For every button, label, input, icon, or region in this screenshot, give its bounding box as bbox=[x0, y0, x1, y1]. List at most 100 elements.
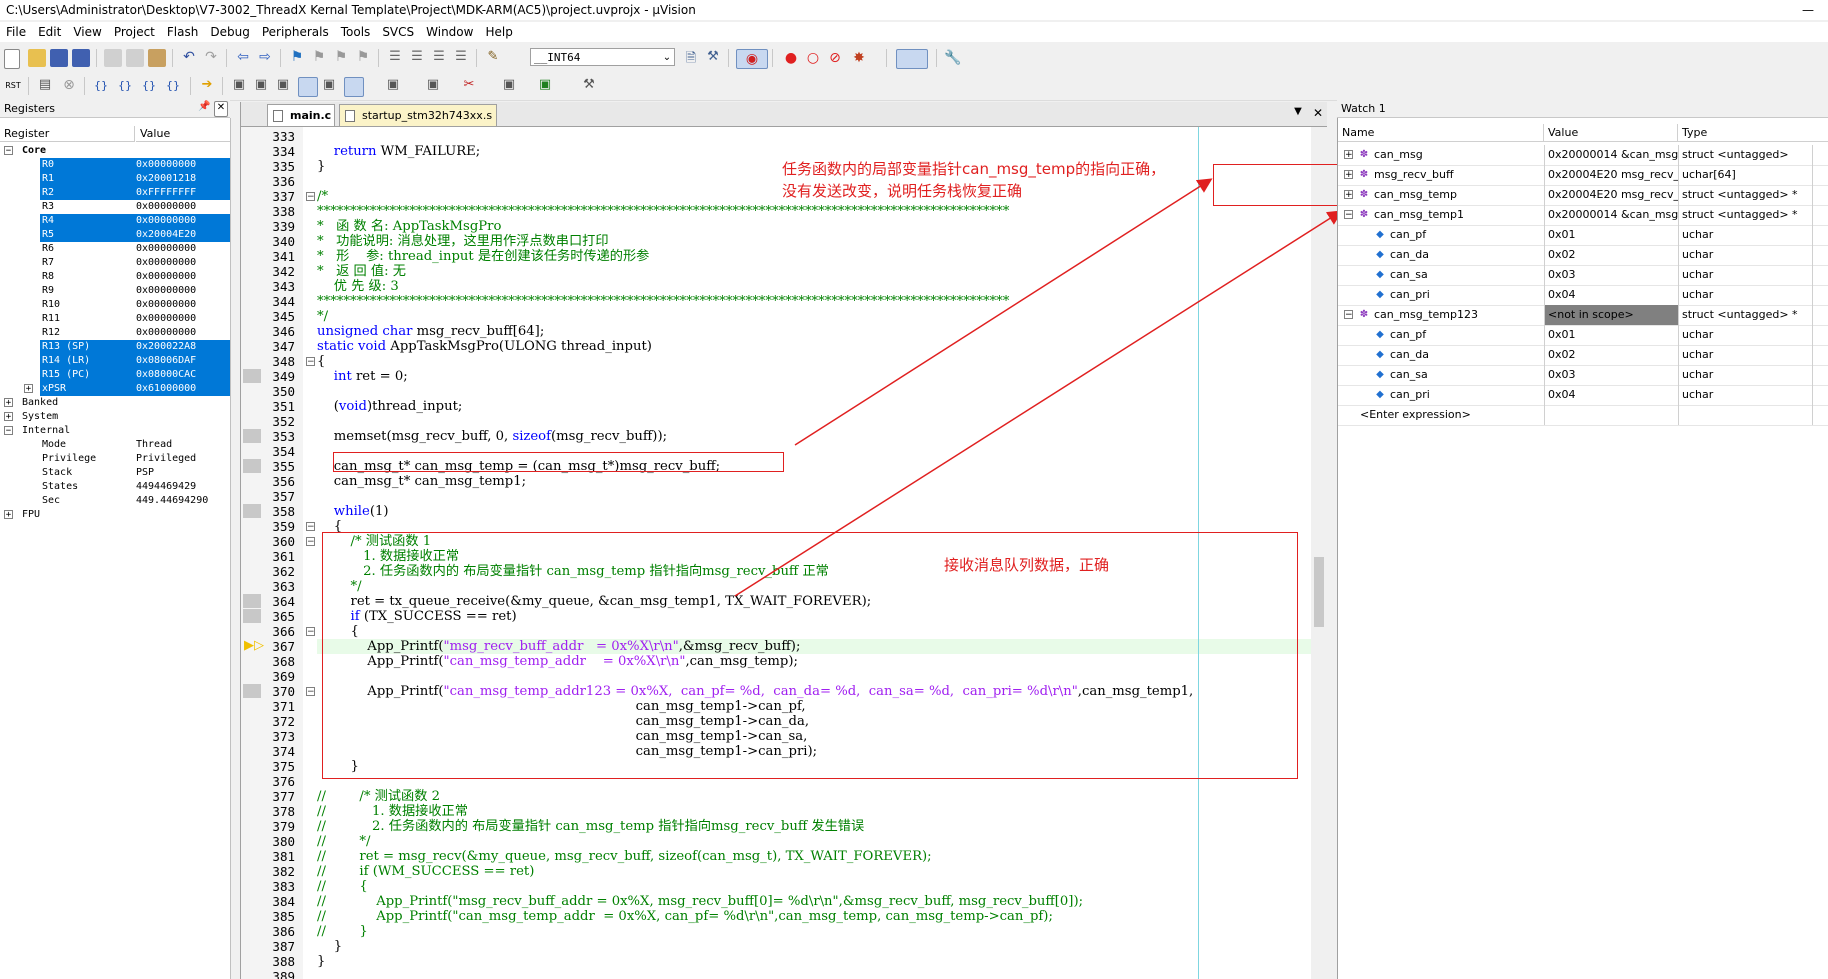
find-icon[interactable]: 🗎 bbox=[682, 49, 700, 67]
command-window-icon[interactable]: ▣ bbox=[230, 77, 248, 95]
stop-icon[interactable]: ⊗ bbox=[60, 77, 78, 95]
menu-edit[interactable]: Edit bbox=[32, 22, 67, 42]
run-icon[interactable]: ▤ bbox=[36, 77, 54, 95]
uncomment-icon[interactable]: ☰ bbox=[452, 49, 470, 67]
menu-debug[interactable]: Debug bbox=[204, 22, 255, 42]
expand-icon[interactable]: + bbox=[1344, 150, 1353, 160]
watch-row[interactable]: − ✽ can_msg_temp1 0x20000014 &can_msg struct… bbox=[1338, 205, 1828, 226]
step-out-icon[interactable]: {} bbox=[140, 77, 158, 95]
watch-row[interactable]: ◆ can_pf 0x01 uchar bbox=[1338, 325, 1828, 346]
editor-scroll-thumb[interactable] bbox=[1314, 557, 1324, 627]
collapse-icon[interactable]: − bbox=[1344, 310, 1353, 320]
watch-value[interactable] bbox=[1544, 405, 1678, 425]
expand-icon[interactable]: + bbox=[1344, 170, 1353, 180]
register-row[interactable]: R5 0x20004E20 bbox=[0, 228, 230, 242]
editor-scrollbar[interactable] bbox=[1311, 127, 1327, 979]
register-row[interactable]: R10 0x00000000 bbox=[0, 298, 230, 312]
register-row[interactable]: + System bbox=[0, 410, 230, 424]
watch-value[interactable]: 0x03 bbox=[1544, 265, 1678, 285]
fold-collapse-icon[interactable]: − bbox=[306, 522, 315, 532]
watch-row[interactable]: + ✽ can_msg_temp 0x20004E20 msg_recv_... str… bbox=[1338, 185, 1828, 206]
reset-icon[interactable]: RST bbox=[4, 77, 22, 95]
registers-window-icon[interactable] bbox=[298, 77, 318, 97]
register-row[interactable]: Privilege Privileged bbox=[0, 452, 230, 466]
watch-value[interactable]: 0x04 bbox=[1544, 385, 1678, 405]
menu-tools[interactable]: Tools bbox=[335, 22, 377, 42]
register-row[interactable]: R1 0x20001218 bbox=[0, 172, 230, 186]
close-icon[interactable]: ✕ bbox=[214, 101, 228, 117]
watch-row[interactable]: + ✽ msg_recv_buff 0x20004E20 msg_recv_... uc… bbox=[1338, 165, 1828, 186]
find-dropdown-icon[interactable]: ⌄ bbox=[660, 50, 674, 66]
window-layout-icon[interactable] bbox=[896, 49, 928, 69]
watch-row[interactable]: ◆ can_sa 0x03 uchar bbox=[1338, 265, 1828, 286]
watch-row[interactable]: ◆ can_pri 0x04 uchar bbox=[1338, 385, 1828, 406]
toolbox-icon[interactable]: ⚒ bbox=[580, 77, 598, 95]
trace-window-icon[interactable]: ▣ bbox=[500, 77, 518, 95]
watch-value[interactable]: 0x01 bbox=[1544, 325, 1678, 345]
comment-icon[interactable]: ☰ bbox=[430, 49, 448, 67]
expand-icon[interactable]: + bbox=[4, 510, 13, 520]
show-next-statement-icon[interactable]: ➔ bbox=[198, 77, 216, 95]
breakpoint-insert-icon[interactable]: ● bbox=[782, 49, 800, 67]
register-row[interactable]: − Core bbox=[0, 144, 230, 158]
watch-row[interactable]: ◆ can_sa 0x03 uchar bbox=[1338, 365, 1828, 386]
register-row[interactable]: R8 0x00000000 bbox=[0, 270, 230, 284]
menu-view[interactable]: View bbox=[67, 22, 107, 42]
call-stack-window-icon[interactable]: ▣ bbox=[320, 77, 338, 95]
analysis-window-icon[interactable]: ✂ bbox=[460, 77, 478, 95]
breakpoint-kill-all-icon[interactable]: ✸ bbox=[850, 49, 868, 67]
cut-icon[interactable] bbox=[104, 49, 122, 67]
breakpoint-disable-all-icon[interactable]: ⊘ bbox=[826, 49, 844, 67]
register-row[interactable]: States 4494469429 bbox=[0, 480, 230, 494]
tab-list-icon[interactable]: ▼ bbox=[1289, 106, 1307, 124]
menu-window[interactable]: Window bbox=[420, 22, 479, 42]
symbols-window-icon[interactable]: ▣ bbox=[274, 77, 292, 95]
watch-enter-expression[interactable]: <Enter expression> bbox=[1360, 405, 1528, 425]
watch-value[interactable]: 0x20000014 &can_msg bbox=[1544, 205, 1678, 225]
step-into-icon[interactable]: {} bbox=[92, 77, 110, 95]
register-row[interactable]: + FPU bbox=[0, 508, 230, 522]
watch-value[interactable]: 0x02 bbox=[1544, 345, 1678, 365]
tab-startup-stm32h743xx-s[interactable]: startup_stm32h743xx.s bbox=[339, 104, 497, 126]
watch-row[interactable]: + ✽ can_msg 0x20000014 &can_msg struct <unta… bbox=[1338, 145, 1828, 166]
watch-row[interactable]: − ✽ can_msg_temp123 <not in scope> struct <u… bbox=[1338, 305, 1828, 326]
watch-value[interactable]: 0x04 bbox=[1544, 285, 1678, 305]
register-row[interactable]: R12 0x00000000 bbox=[0, 326, 230, 340]
expand-icon[interactable]: + bbox=[4, 412, 13, 422]
fold-collapse-icon[interactable]: − bbox=[306, 357, 315, 367]
watch-row[interactable]: ◆ can_pf 0x01 uchar bbox=[1338, 225, 1828, 246]
menu-project[interactable]: Project bbox=[108, 22, 161, 42]
bookmark-next-icon[interactable]: ⚑ bbox=[332, 49, 350, 67]
menu-file[interactable]: File bbox=[0, 22, 32, 42]
watch-value[interactable]: 0x01 bbox=[1544, 225, 1678, 245]
redo-icon[interactable]: ↷ bbox=[202, 49, 220, 67]
debug-session-icon[interactable]: ◉ bbox=[736, 49, 768, 69]
register-row[interactable]: R14 (LR) 0x08006DAF bbox=[0, 354, 230, 368]
serial-window-icon[interactable]: ▣ bbox=[424, 77, 442, 95]
watch-value[interactable]: 0x20004E20 msg_recv_... bbox=[1544, 185, 1678, 205]
editor-close-icon[interactable]: ✕ bbox=[1309, 106, 1327, 124]
menu-svcs[interactable]: SVCS bbox=[376, 22, 420, 42]
register-row[interactable]: + Banked bbox=[0, 396, 230, 410]
watch-window-icon[interactable] bbox=[344, 77, 364, 97]
register-row[interactable]: R15 (PC) 0x08000CAC bbox=[0, 368, 230, 382]
collapse-icon[interactable]: − bbox=[4, 426, 13, 436]
register-row[interactable]: Mode Thread bbox=[0, 438, 230, 452]
watch-row[interactable]: <Enter expression> bbox=[1338, 405, 1828, 426]
expand-icon[interactable]: + bbox=[4, 398, 13, 408]
pin-icon[interactable]: 📌 bbox=[198, 101, 210, 115]
save-icon[interactable] bbox=[50, 49, 68, 67]
new-file-icon[interactable] bbox=[4, 49, 20, 69]
step-over-icon[interactable]: {} bbox=[116, 77, 134, 95]
watch-value[interactable]: <not in scope> bbox=[1544, 305, 1678, 325]
watch-row[interactable]: ◆ can_da 0x02 uchar bbox=[1338, 345, 1828, 366]
collapse-icon[interactable]: − bbox=[1344, 210, 1353, 220]
minimize-icon[interactable]: — bbox=[1788, 0, 1828, 20]
register-row[interactable]: R9 0x00000000 bbox=[0, 284, 230, 298]
register-row[interactable]: R2 0xFFFFFFFF bbox=[0, 186, 230, 200]
register-row[interactable]: − Internal bbox=[0, 424, 230, 438]
unindent-icon[interactable]: ☰ bbox=[408, 49, 426, 67]
run-to-cursor-icon[interactable]: {} bbox=[164, 77, 182, 95]
tab-main-c[interactable]: main.c bbox=[267, 104, 335, 126]
watch-row[interactable]: ◆ can_da 0x02 uchar bbox=[1338, 245, 1828, 266]
